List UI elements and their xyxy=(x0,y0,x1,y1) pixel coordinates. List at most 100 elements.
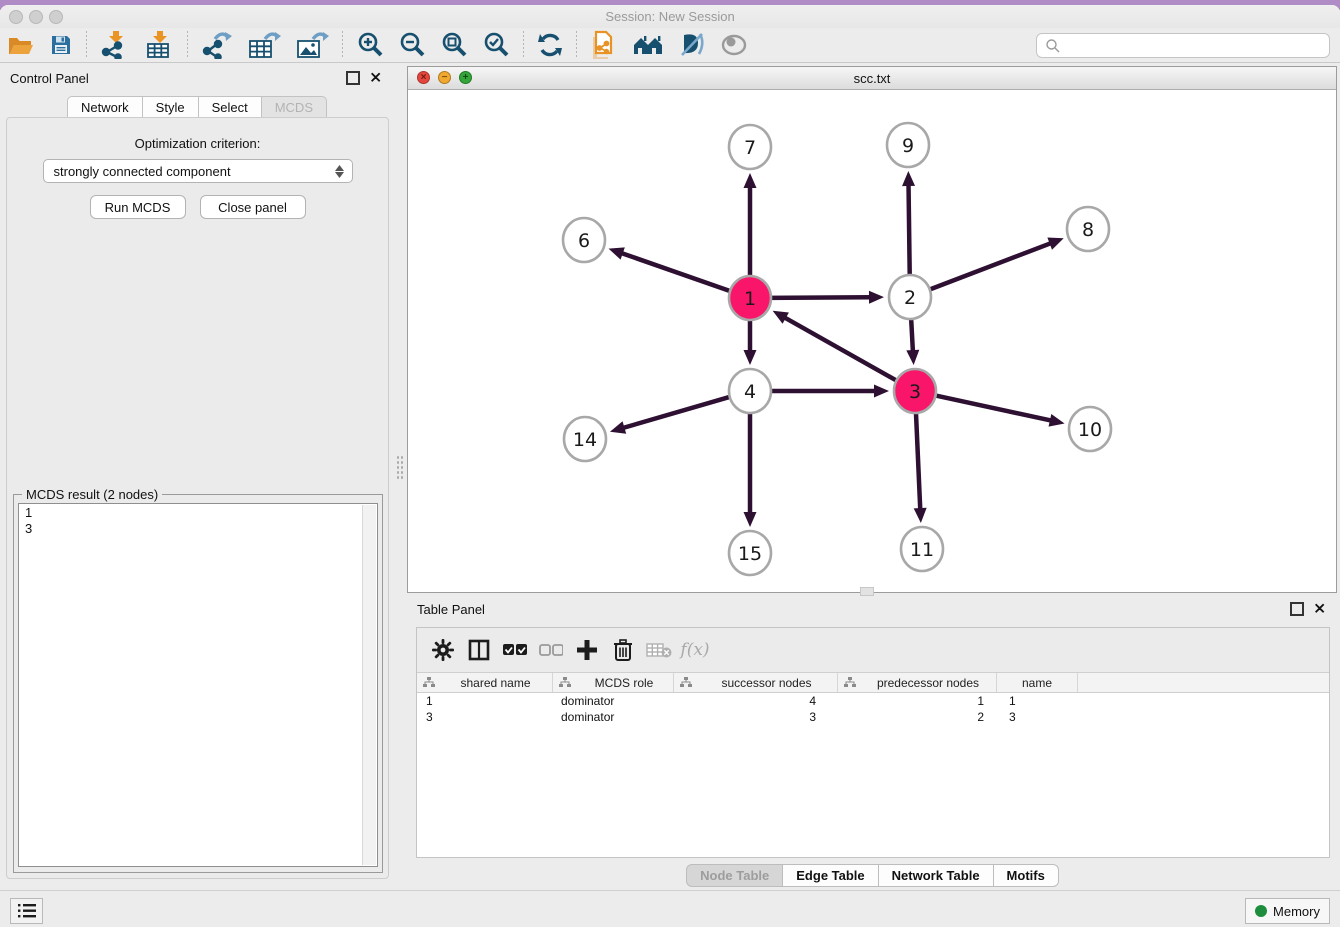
export-image-button[interactable] xyxy=(288,29,336,61)
graph-node-8[interactable]: 8 xyxy=(1067,207,1109,251)
graph-node-10[interactable]: 10 xyxy=(1069,407,1111,451)
zoom-traffic-light[interactable] xyxy=(49,10,63,24)
table-tab-edge-table[interactable]: Edge Table xyxy=(783,864,878,887)
table-cell: 1 xyxy=(417,694,553,708)
graph-edge-1-4[interactable] xyxy=(744,317,757,365)
apply-layout-button[interactable] xyxy=(530,29,570,61)
save-session-button[interactable] xyxy=(42,29,80,61)
graph-edge-2-8[interactable] xyxy=(928,238,1064,291)
horizontal-splitter-grip[interactable] xyxy=(860,587,874,596)
table-tab-network-table[interactable]: Network Table xyxy=(879,864,994,887)
table-cell: 1 xyxy=(838,694,997,708)
control-panel-close-icon[interactable]: ⨯ xyxy=(369,73,382,83)
export-network-button[interactable] xyxy=(194,29,240,61)
table-tab-motifs[interactable]: Motifs xyxy=(994,864,1059,887)
minimize-traffic-light[interactable] xyxy=(29,10,43,24)
network-window-titlebar[interactable]: × − + scc.txt xyxy=(408,67,1336,90)
graph-node-9[interactable]: 9 xyxy=(887,123,929,167)
graph-edge-3-11[interactable] xyxy=(914,410,927,523)
column-layout-button[interactable] xyxy=(461,632,497,668)
graph-node-11[interactable]: 11 xyxy=(901,527,943,571)
table-tab-node-table[interactable]: Node Table xyxy=(686,864,783,887)
graph-node-2[interactable]: 2 xyxy=(889,275,931,319)
control-tab-network[interactable]: Network xyxy=(67,96,143,119)
mcds-result-area[interactable]: 13 xyxy=(18,503,378,867)
control-tab-select[interactable]: Select xyxy=(199,96,262,119)
graph-node-4[interactable]: 4 xyxy=(729,369,771,413)
select-all-button[interactable] xyxy=(497,632,533,668)
graph-edge-1-6[interactable] xyxy=(609,247,733,291)
zoom-in-button[interactable] xyxy=(349,29,391,61)
export-table-button[interactable] xyxy=(240,29,288,61)
zoom-out-button[interactable] xyxy=(391,29,433,61)
memory-button[interactable]: Memory xyxy=(1245,898,1330,924)
zoom-fit-button[interactable] xyxy=(433,29,475,61)
graph-edge-3-10[interactable] xyxy=(934,395,1065,427)
table-panel-close-icon[interactable]: ⨯ xyxy=(1313,604,1326,614)
result-scrollbar[interactable] xyxy=(362,505,376,865)
table-cell: 3 xyxy=(417,710,553,724)
search-input[interactable] xyxy=(1065,35,1329,56)
toggle-graphics-details-button[interactable] xyxy=(671,29,713,61)
open-session-button[interactable] xyxy=(0,29,42,61)
table-panel-float-icon[interactable] xyxy=(1290,602,1304,616)
graph-edge-3-1[interactable] xyxy=(773,311,899,382)
zoom-selected-button[interactable] xyxy=(475,29,517,61)
column-header-shared-name[interactable]: shared name xyxy=(417,673,553,692)
delete-column-button[interactable] xyxy=(605,632,641,668)
memory-status-icon xyxy=(1255,905,1267,917)
criterion-dropdown[interactable]: strongly connected component xyxy=(43,159,353,183)
function-builder-button[interactable]: f(x) xyxy=(677,632,713,668)
table-panel-header: Table Panel ⨯ xyxy=(407,598,1338,620)
deselect-all-button[interactable] xyxy=(533,632,569,668)
graph-edge-4-3[interactable] xyxy=(769,385,889,398)
graph-edge-2-3[interactable] xyxy=(906,316,919,365)
graph-edge-2-9[interactable] xyxy=(902,171,915,278)
network-close-icon[interactable]: × xyxy=(417,71,430,84)
table-panel-title: Table Panel xyxy=(417,602,1290,617)
birds-eye-view-button[interactable] xyxy=(713,29,755,61)
network-minimize-icon[interactable]: − xyxy=(438,71,451,84)
close-traffic-light[interactable] xyxy=(9,10,23,24)
delete-table-button[interactable] xyxy=(641,632,677,668)
result-line: 1 xyxy=(25,505,371,521)
table-row[interactable]: 3dominator323 xyxy=(417,709,1329,725)
table-settings-button[interactable] xyxy=(425,632,461,668)
control-panel-float-icon[interactable] xyxy=(346,71,360,85)
graph-edge-1-7[interactable] xyxy=(744,173,757,279)
home-button[interactable] xyxy=(625,29,671,61)
graph-node-3[interactable]: 3 xyxy=(894,369,936,413)
plus-icon xyxy=(577,640,597,660)
import-network-button[interactable] xyxy=(93,29,137,61)
graph-edge-1-2[interactable] xyxy=(769,291,884,304)
search-field[interactable] xyxy=(1036,33,1330,58)
column-header-successor-nodes[interactable]: successor nodes xyxy=(674,673,838,692)
checked-boxes-icon xyxy=(503,643,527,657)
run-mcds-button[interactable]: Run MCDS xyxy=(90,195,186,219)
control-tab-style[interactable]: Style xyxy=(143,96,199,119)
task-history-button[interactable] xyxy=(10,898,43,924)
table-row[interactable]: 1dominator411 xyxy=(417,693,1329,709)
graph-node-14[interactable]: 14 xyxy=(564,417,606,461)
graph-node-6[interactable]: 6 xyxy=(563,218,605,262)
graph-node-15[interactable]: 15 xyxy=(729,531,771,575)
column-header-mcds-role[interactable]: MCDS role xyxy=(553,673,674,692)
control-tab-mcds[interactable]: MCDS xyxy=(262,96,327,119)
svg-text:8: 8 xyxy=(1082,219,1094,241)
clone-network-button[interactable] xyxy=(583,29,625,61)
network-graph-canvas[interactable]: 7 9 6 8 1 2 4 3 14 10 15 11 xyxy=(408,89,1336,592)
column-header-name[interactable]: name xyxy=(997,673,1078,692)
export-network-icon xyxy=(201,31,233,59)
add-column-button[interactable] xyxy=(569,632,605,668)
graph-edge-4-15[interactable] xyxy=(744,410,757,527)
column-header-label: MCDS role xyxy=(575,676,673,690)
graph-node-7[interactable]: 7 xyxy=(729,125,771,169)
graph-node-1[interactable]: 1 xyxy=(729,276,771,320)
import-table-button[interactable] xyxy=(137,29,181,61)
vertical-splitter-grip[interactable] xyxy=(396,455,404,481)
close-panel-button[interactable]: Close panel xyxy=(200,195,306,219)
column-header-label: successor nodes xyxy=(696,676,837,690)
network-maximize-icon[interactable]: + xyxy=(459,71,472,84)
graph-edge-4-14[interactable] xyxy=(610,396,732,433)
column-header-predecessor-nodes[interactable]: predecessor nodes xyxy=(838,673,997,692)
